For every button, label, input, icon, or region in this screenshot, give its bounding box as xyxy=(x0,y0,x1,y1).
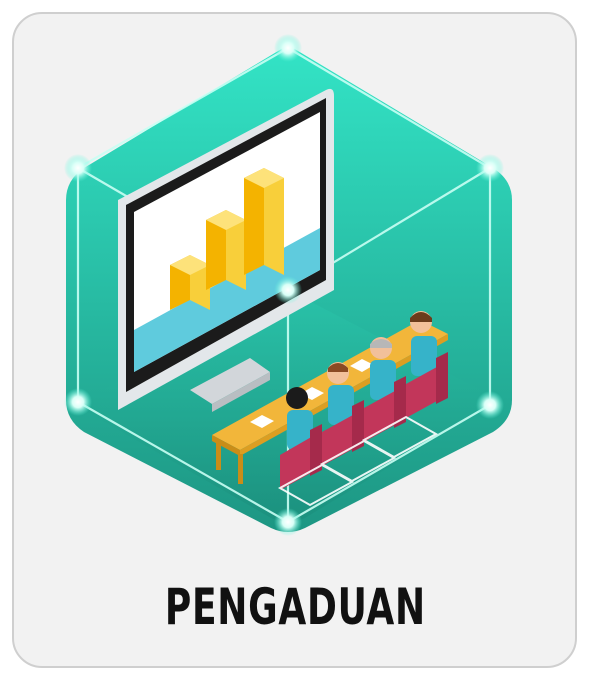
card-label: PENGADUAN xyxy=(164,578,426,636)
